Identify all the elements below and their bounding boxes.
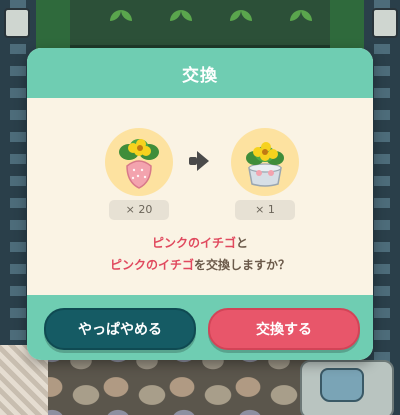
from-item-quantity: × 20 — [109, 200, 169, 220]
message-text: と — [236, 236, 249, 250]
exchange-message: ピンクのイチゴと ピンクのイチゴを交換しますか？ — [27, 232, 373, 276]
sprout-icon — [290, 10, 312, 24]
to-item: × 1 — [229, 128, 301, 220]
to-item-circle — [231, 128, 299, 196]
sprout-icon — [110, 10, 132, 24]
lantern-icon — [4, 8, 30, 38]
garden-bed — [70, 0, 330, 48]
lantern-icon — [372, 8, 398, 38]
message-text: を交換しますか？ — [194, 258, 291, 272]
dialog-header: 交換 — [27, 48, 373, 98]
cancel-button[interactable]: やっぱやめる — [44, 308, 196, 350]
sprout-icon — [170, 10, 192, 24]
message-line-2: ピンクのイチゴを交換しますか？ — [27, 254, 373, 276]
message-line-1: ピンクのイチゴと — [27, 232, 373, 254]
message-item-name: ピンクのイチゴ — [151, 236, 236, 250]
potted-yellow-flower-icon — [246, 142, 284, 187]
message-item-name: ピンクのイチゴ — [109, 258, 194, 272]
exchange-dialog: 交換 × 20 × 1 ピンクのイチゴと ピンクのイチゴを交換しますか？ やっぱ… — [27, 48, 373, 360]
confirm-exchange-button[interactable]: 交換する — [208, 308, 360, 350]
sprout-icon — [230, 10, 252, 24]
dialog-title: 交換 — [182, 65, 218, 86]
pink-strawberry-icon — [119, 139, 159, 189]
to-item-quantity: × 1 — [235, 200, 295, 220]
watering-can-icon — [320, 368, 364, 402]
from-item-circle — [105, 128, 173, 196]
from-item: × 20 — [103, 128, 175, 220]
arrow-right-icon — [189, 151, 209, 171]
